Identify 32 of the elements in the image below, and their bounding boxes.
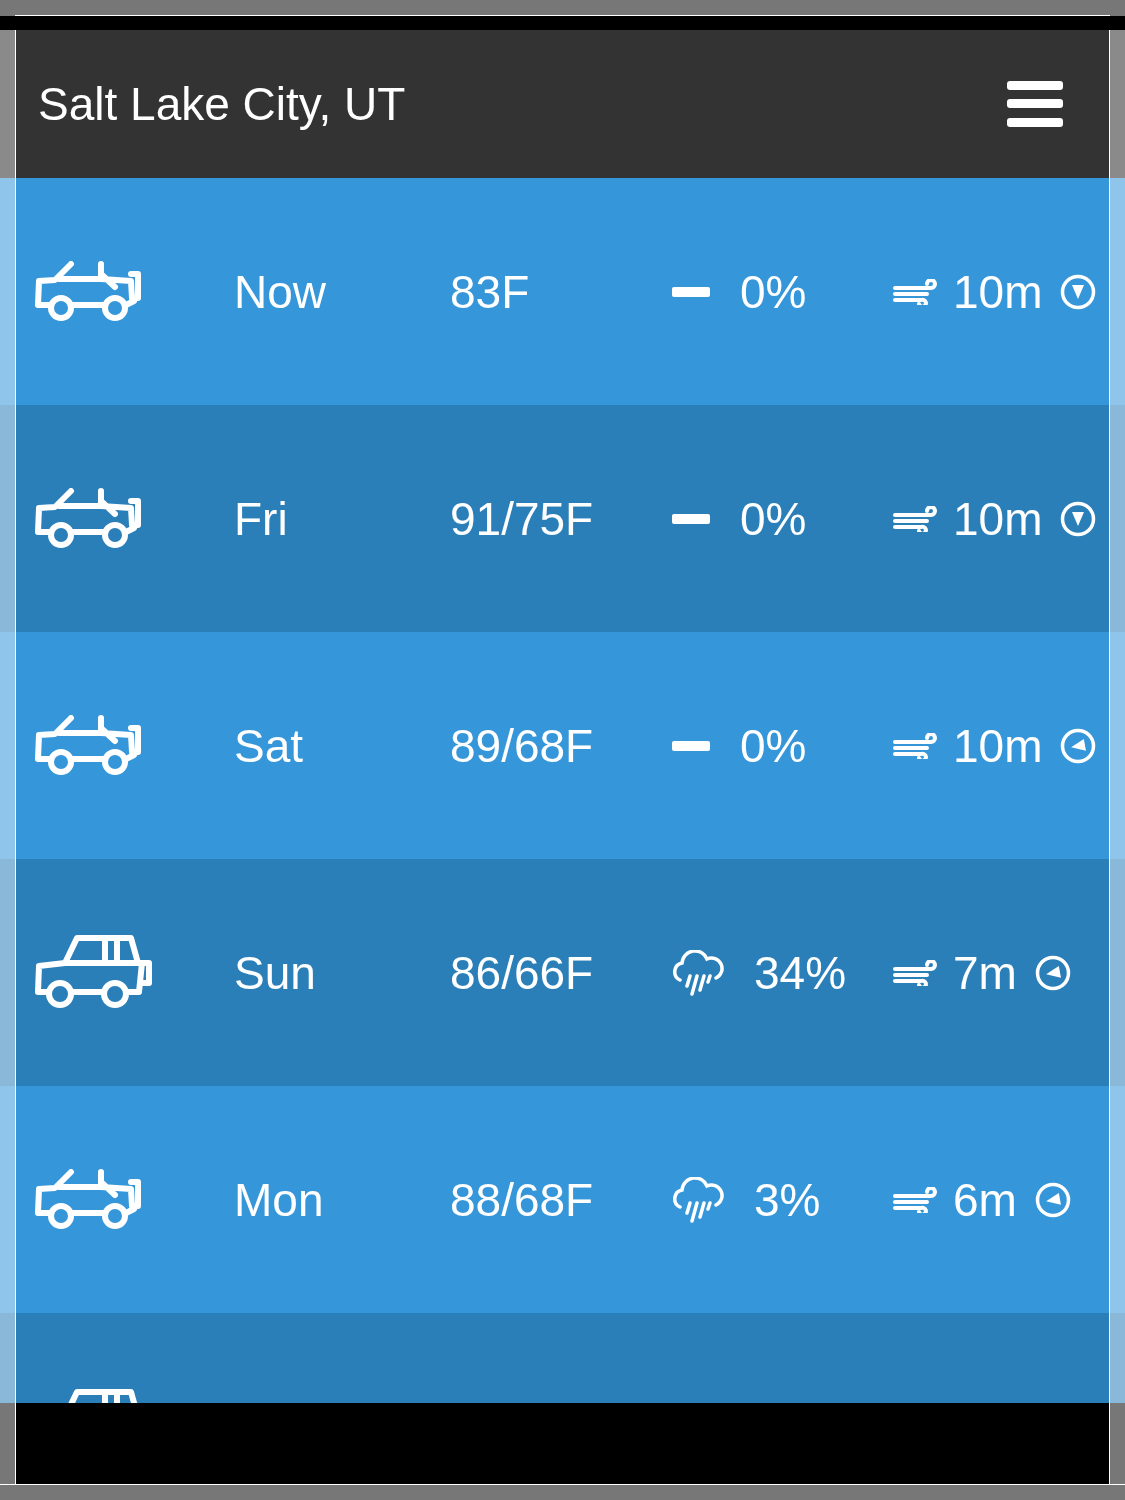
temperature: 88/68F (450, 1172, 595, 1227)
forecast-row[interactable]: Sun 86/66F 34% 7m (0, 859, 1125, 1086)
day-label: Fri (234, 491, 289, 546)
wind-speed: 10m (953, 491, 1043, 546)
day-label: Sun (234, 945, 317, 1000)
wind-icon (893, 732, 939, 759)
wind-icon (893, 1186, 939, 1213)
forecast-row[interactable]: Mon 88/68F 3% 6m (0, 1086, 1125, 1313)
precipitation-chance: 0% (740, 718, 807, 773)
menu-icon[interactable] (1007, 81, 1063, 127)
forecast-row[interactable]: Now 83F 0% 10m (0, 178, 1125, 405)
temperature: 86/66F (450, 945, 595, 1000)
precipitation-chance: 3% (754, 1172, 821, 1227)
forecast-row[interactable]: Fri 91/75F 0% 10m (0, 405, 1125, 632)
day-label: Now (234, 264, 328, 319)
wind-speed: 7m (953, 945, 1017, 1000)
temperature: 91/75F (450, 491, 595, 546)
forecast-row[interactable]: Sat 89/68F 0% 10m (0, 632, 1125, 859)
wind-speed: 6m (953, 1172, 1017, 1227)
day-label: Sat (234, 718, 305, 773)
location-title: Salt Lake City, UT (38, 77, 406, 131)
wind-icon (893, 959, 939, 986)
day-label: Mon (234, 1172, 325, 1227)
wind-speed: 10m (953, 264, 1043, 319)
temperature: 83F (450, 264, 531, 319)
temperature: 89/68F (450, 718, 595, 773)
wind-icon (893, 278, 939, 305)
precipitation-chance: 0% (740, 491, 807, 546)
precipitation-chance: 0% (740, 264, 807, 319)
wind-speed: 10m (953, 718, 1043, 773)
precipitation-chance: 34% (754, 945, 847, 1000)
wind-icon (893, 505, 939, 532)
